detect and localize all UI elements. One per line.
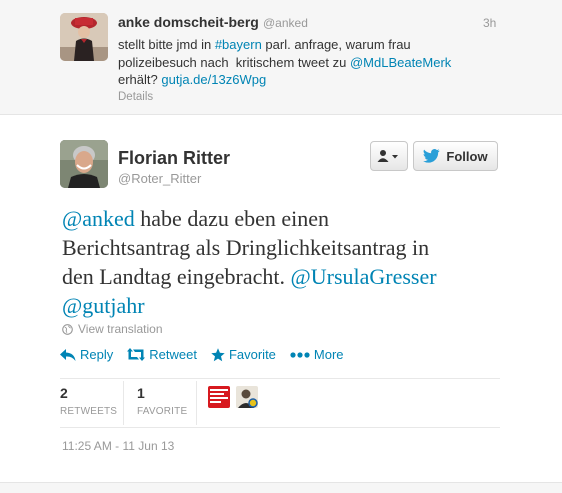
favoriter-avatar[interactable] [208,386,230,408]
text-segment: parl. anfrage, warum frau [261,37,411,52]
author-handle[interactable]: @Roter_Ritter [118,171,201,186]
user-dropdown-icon [377,150,398,162]
parent-avatar[interactable] [60,13,108,61]
stat-separator [123,381,124,425]
retweet-icon [127,348,146,361]
mention-link[interactable]: @MdLBeateMerk [350,55,451,70]
twitter-bird-icon [423,149,441,163]
tweet-text: @anked habe dazu eben einen Berichtsantr… [62,204,532,320]
parent-author-handle[interactable]: @anked [263,16,308,30]
reply-label: Reply [80,347,114,362]
author-name[interactable]: Florian Ritter [118,148,230,169]
retweet-button[interactable]: Retweet [127,347,197,362]
favorite-label: Favorite [228,347,276,362]
retweet-label: Retweet [149,347,197,362]
stat-separator [196,381,197,425]
globe-icon [62,323,73,335]
mention-link[interactable]: @UrsulaGresser [290,264,436,289]
tweet-actions: Reply Retweet Favorite More [60,347,358,362]
favorites-stat[interactable]: 1 FAVORITE [137,385,187,417]
hashtag-link[interactable]: #bayern [215,37,262,52]
favoriter-avatar[interactable] [236,386,258,408]
favorites-label: FAVORITE [137,406,188,417]
retweets-count: 2 [60,385,68,401]
more-button[interactable]: More [290,347,344,362]
follow-button[interactable]: Follow [413,141,498,171]
reply-button[interactable]: Reply [60,347,113,362]
follow-label: Follow [446,148,488,164]
view-translation-link[interactable]: View translation [62,322,163,336]
user-actions-button[interactable] [370,141,408,171]
text-segment: Berichtsantrag als Dringlichkeitsantrag … [62,235,430,260]
text-segment: habe dazu eben einen [134,206,330,231]
author-avatar[interactable] [60,140,108,188]
favorites-count: 1 [137,385,145,401]
view-translation-label: View translation [78,322,163,336]
more-label: More [313,347,344,362]
more-dots-icon [290,351,310,358]
details-link[interactable]: Details [118,91,153,103]
mention-link[interactable]: @gutjahr [62,293,145,318]
divider [60,427,500,428]
reply-area-edge [0,482,562,493]
mention-link[interactable]: @anked [62,206,135,231]
text-segment: stellt bitte jmd in [118,37,215,52]
favorite-button[interactable]: Favorite [211,347,276,362]
parent-tweet-time[interactable]: 3h [483,16,496,30]
text-segment: den Landtag eingebracht. [62,264,291,289]
text-segment: polizeibesuch nach kritischem tweet zu [118,54,350,70]
retweets-label: RETWEETS [60,406,118,417]
parent-tweet[interactable]: anke domscheit-berg @anked 3h stellt bit… [0,0,562,115]
divider [60,378,500,379]
parent-author-name[interactable]: anke domscheit-berg [118,14,259,30]
retweets-stat[interactable]: 2 RETWEETS [60,385,117,417]
favoriter-avatars [208,386,258,408]
url-link[interactable]: gutja.de/13z6Wpg [161,72,266,87]
star-icon [211,347,225,361]
text-segment: erhält? [118,72,162,87]
parent-tweet-text: stellt bitte jmd in #bayern parl. anfrag… [118,36,498,89]
tweet-timestamp[interactable]: 11:25 AM - 11 Jun 13 [62,439,174,453]
reply-icon [60,348,76,361]
